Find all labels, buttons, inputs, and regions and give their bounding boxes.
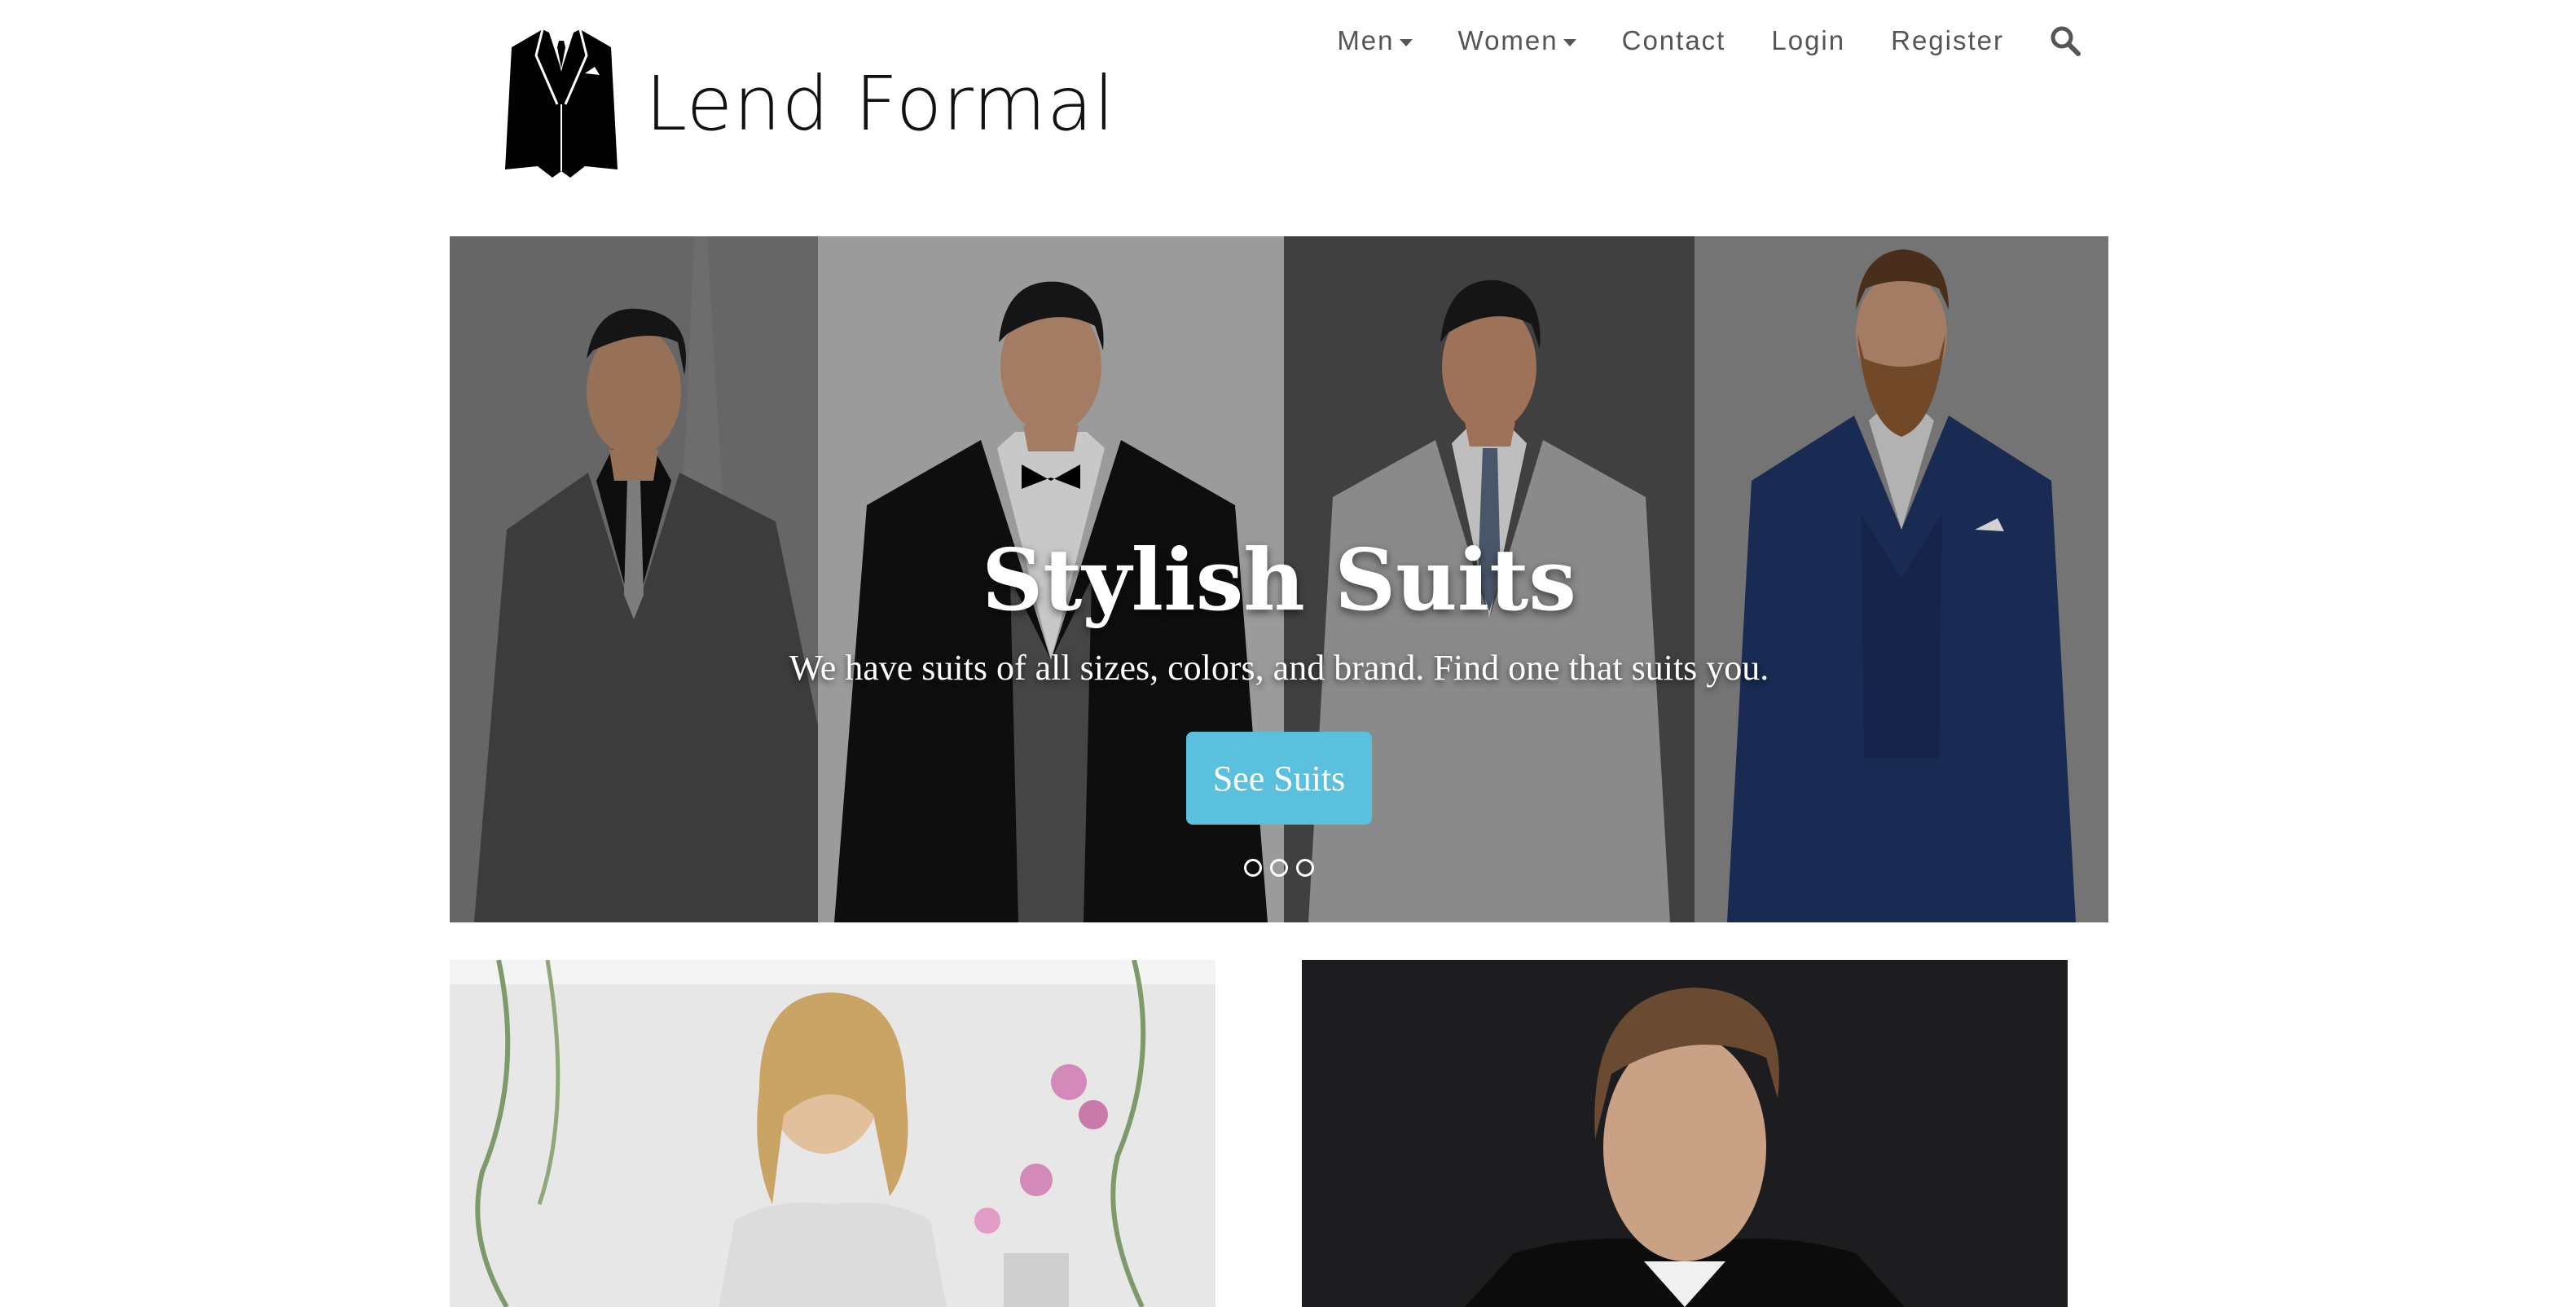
nav-item-label: Contact [1621,25,1726,55]
hero-title: Stylish Suits [982,530,1576,630]
hero-subtitle: We have suits of all sizes, colors, and … [789,648,1769,688]
nav-item-men[interactable]: Men [1337,25,1413,56]
carousel-dot-2[interactable] [1270,859,1288,877]
see-suits-button[interactable]: See Suits [1186,732,1372,825]
nav-item-register[interactable]: Register [1891,25,2004,56]
caret-down-icon [1399,38,1413,46]
nav-item-contact[interactable]: Contact [1622,25,1726,56]
nav-item-label: Register [1891,25,2004,55]
carousel-indicators [450,859,2108,877]
brand-name: Lend Formal [645,59,1115,147]
brand-logo[interactable]: Lend Formal [503,23,1115,178]
bridal-gown-image [450,960,1215,1307]
carousel-dot-1[interactable] [1244,859,1262,877]
nav-item-login[interactable]: Login [1771,25,1845,56]
nav-item-label: Women [1457,25,1558,55]
search-icon[interactable] [2050,25,2081,56]
men-category-card[interactable] [1302,960,2068,1307]
hero-carousel: Stylish Suits We have suits of all sizes… [450,236,2108,922]
nav-item-women[interactable]: Women [1458,25,1576,56]
nav-item-label: Men [1337,25,1395,55]
nav-item-label: Login [1771,25,1846,55]
suit-jacket-icon [505,29,618,178]
carousel-dot-3[interactable] [1296,859,1314,877]
site-header: Lend Formal Men Women Contact Login Regi… [0,0,2576,228]
main-nav: Men Women Contact Login Register [1337,18,2081,64]
caret-down-icon [1563,38,1576,46]
women-category-card[interactable] [450,960,1215,1307]
tuxedo-portrait-image [1302,960,2068,1307]
